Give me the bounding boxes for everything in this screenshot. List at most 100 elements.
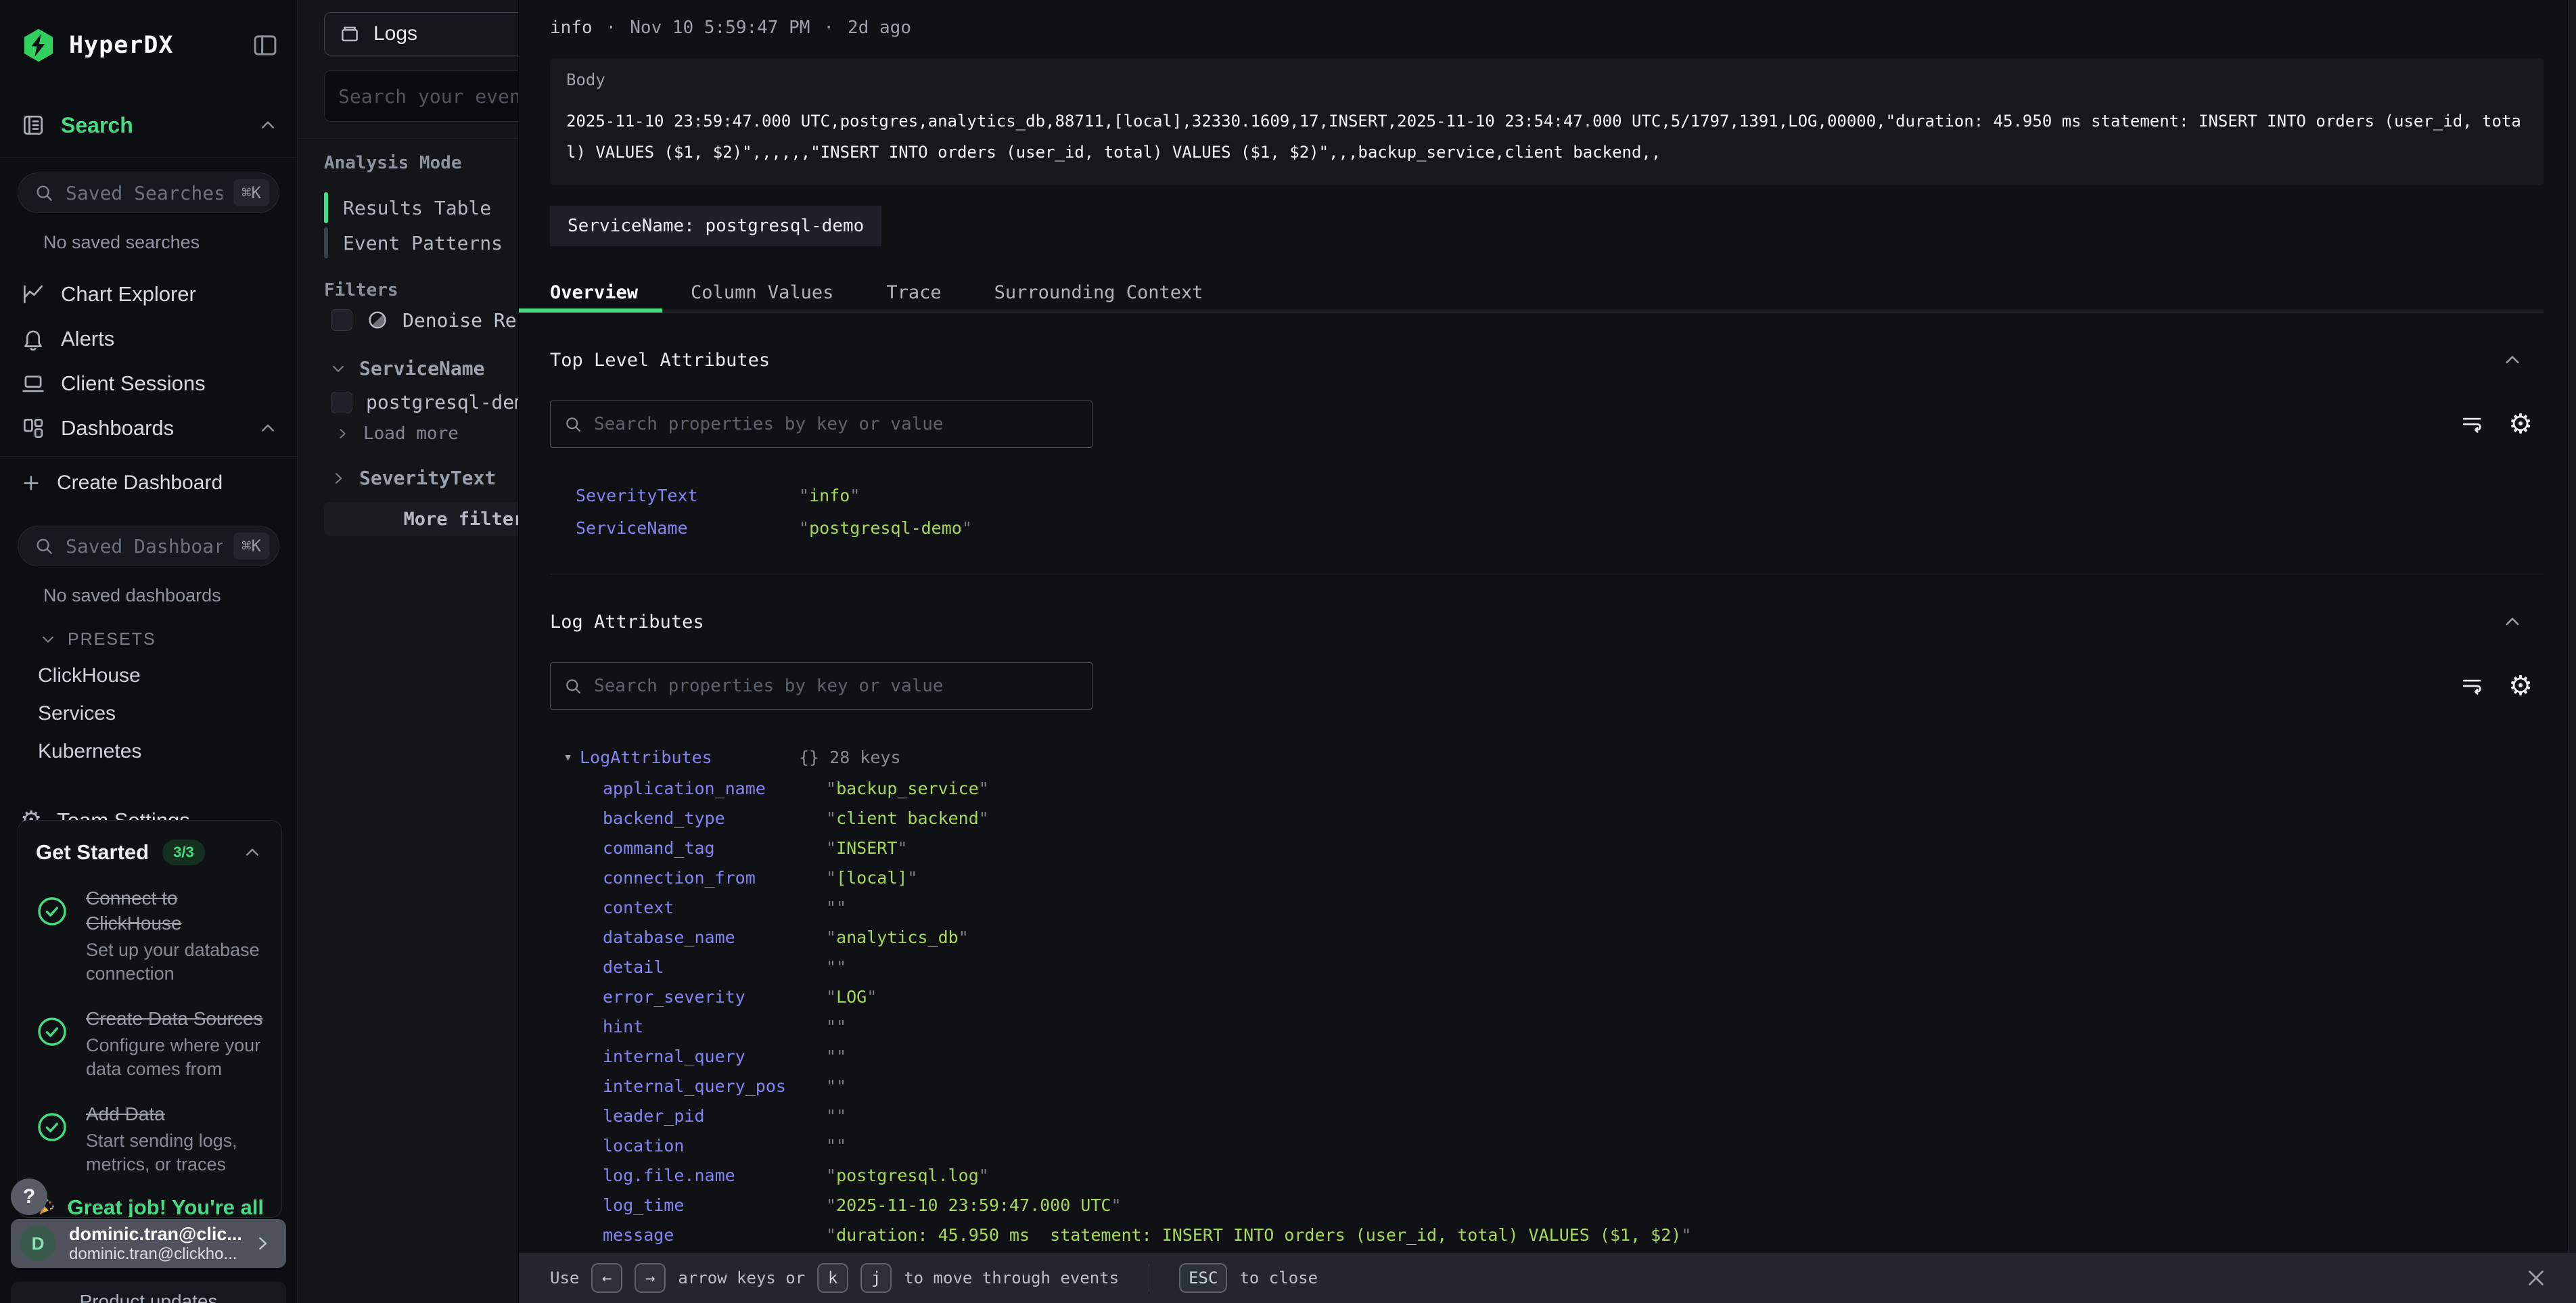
collapse-section-icon[interactable] — [2500, 348, 2525, 372]
get-started-done: Great job! You're all — [36, 1194, 264, 1218]
settings-icon[interactable]: ⚙ — [2508, 672, 2533, 700]
analysis-mode-event-patterns[interactable]: Event Patterns — [324, 226, 503, 260]
attr-key[interactable]: location — [603, 1136, 826, 1156]
load-more[interactable]: Load more — [334, 424, 459, 444]
properties-search-box[interactable] — [550, 401, 1092, 448]
filter-option-checkbox[interactable] — [331, 392, 352, 413]
attr-value-text[interactable]: duration: 45.950 ms statement: INSERT IN… — [836, 1225, 1681, 1245]
attr-value-text[interactable]: LOG — [836, 987, 867, 1007]
saved-searches-input[interactable] — [66, 182, 223, 204]
attr-value-text[interactable]: [local] — [836, 868, 907, 888]
attr-key[interactable]: log_time — [603, 1195, 826, 1215]
search-panel-icon — [20, 112, 46, 138]
attr-key[interactable]: detail — [603, 957, 826, 977]
attr-key[interactable]: context — [603, 898, 826, 917]
attr-row: leader_pid"" — [550, 1101, 2544, 1130]
attr-value-text[interactable]: client backend — [836, 808, 979, 828]
laptop-icon — [20, 371, 46, 396]
divider — [0, 157, 297, 158]
arrow-right-key: → — [635, 1263, 666, 1293]
attr-key[interactable]: backend_type — [603, 808, 826, 828]
body-text[interactable]: 2025-11-10 23:59:47.000 UTC,postgres,ana… — [566, 106, 2531, 168]
progress-badge: 3/3 — [162, 840, 205, 865]
presets-toggle[interactable]: PRESETS — [38, 629, 279, 649]
attr-key[interactable]: log.file.name — [603, 1166, 826, 1185]
tab-column-values[interactable]: Column Values — [691, 282, 833, 303]
attr-value-text[interactable]: 2025-11-10 23:59:47.000 UTC — [836, 1195, 1111, 1215]
attr-key[interactable]: database_name — [603, 928, 826, 947]
tab-overview[interactable]: Overview — [550, 282, 638, 303]
wrap-lines-icon[interactable] — [2460, 411, 2485, 437]
log-attributes-root[interactable]: ▾ LogAttributes {} 28 keys — [550, 741, 2544, 773]
preset-item-kubernetes[interactable]: Kubernetes — [38, 740, 279, 763]
analysis-mode-results-table[interactable]: Results Table — [324, 191, 491, 225]
drawer-scrollbar[interactable] — [2568, 0, 2576, 1253]
attr-value-text[interactable]: postgresql.log — [836, 1166, 979, 1185]
wrap-lines-icon[interactable] — [2460, 673, 2485, 699]
preset-item-clickhouse[interactable]: ClickHouse — [38, 664, 279, 687]
attr-key[interactable]: application_name — [603, 779, 826, 798]
attr-value: "client backend" — [826, 808, 989, 828]
sidebar-item-chart-explorer[interactable]: Chart Explorer — [20, 277, 279, 311]
sidebar-item-alerts[interactable]: Alerts — [20, 322, 279, 356]
attr-value: "backup_service" — [826, 779, 989, 798]
attr-value: "info" — [799, 486, 860, 505]
attr-value-text[interactable]: info — [809, 486, 850, 505]
properties-search-input[interactable] — [594, 414, 1080, 434]
collapse-sidebar-icon[interactable] — [251, 31, 279, 60]
collapse-section-icon[interactable] — [2500, 610, 2525, 634]
section-title: Top Level Attributes — [550, 350, 770, 371]
get-started-item[interactable]: Create Data SourcesConfigure where your … — [36, 1006, 264, 1081]
get-started-item[interactable]: Add DataStart sending logs, metrics, or … — [36, 1101, 264, 1176]
sidebar-item-dashboards[interactable]: Dashboards — [20, 411, 279, 445]
attr-value-text[interactable]: analytics_db — [836, 928, 959, 947]
saved-searches-box[interactable]: ⌘K — [18, 173, 279, 213]
attr-key[interactable]: internal_query — [603, 1047, 826, 1066]
user-menu[interactable]: D dominic.tran@clic... dominic.tran@clic… — [11, 1219, 286, 1268]
attr-key[interactable]: SeverityText — [576, 486, 799, 505]
footer-text: to move through events — [904, 1268, 1119, 1287]
properties-search-input[interactable] — [594, 676, 1080, 696]
properties-search-box[interactable] — [550, 662, 1092, 710]
attr-key[interactable]: ServiceName — [576, 518, 799, 538]
quote-mark: " — [826, 957, 836, 977]
attr-key[interactable]: message — [603, 1225, 826, 1245]
chevron-up-icon — [241, 841, 264, 864]
settings-icon[interactable]: ⚙ — [2508, 411, 2533, 438]
attr-key[interactable]: internal_query_pos — [603, 1076, 826, 1096]
close-icon[interactable] — [2523, 1265, 2549, 1291]
tree-collapse-caret[interactable]: ▾ — [564, 749, 580, 766]
attr-row: log_time"2025-11-10 23:59:47.000 UTC" — [550, 1190, 2544, 1220]
sidebar-item-client-sessions[interactable]: Client Sessions — [20, 367, 279, 401]
sidebar-item-search[interactable]: Search — [20, 108, 279, 142]
get-started-item[interactable]: Connect to ClickHouseSet up your databas… — [36, 886, 264, 986]
filter-group-severitytext[interactable]: SeverityText — [328, 467, 496, 489]
attr-key[interactable]: hint — [603, 1017, 826, 1036]
attr-key[interactable]: connection_from — [603, 868, 826, 888]
tab-surrounding-context[interactable]: Surrounding Context — [994, 282, 1203, 303]
denoise-checkbox[interactable] — [331, 309, 352, 331]
attr-key[interactable]: command_tag — [603, 838, 826, 858]
filter-option-row[interactable]: postgresql-demo — [331, 391, 537, 413]
saved-dashboards-input[interactable] — [66, 535, 223, 557]
bottom-partial-card[interactable]: Product updates — [11, 1281, 286, 1303]
attr-value-text[interactable]: INSERT — [836, 838, 897, 858]
done-message: Great job! You're all — [68, 1195, 264, 1218]
filter-group-servicename[interactable]: ServiceName — [328, 357, 484, 380]
attr-value-text[interactable]: backup_service — [836, 779, 979, 798]
help-button[interactable]: ? — [11, 1179, 47, 1215]
saved-dashboards-box[interactable]: ⌘K — [18, 526, 279, 566]
attr-row: context"" — [550, 892, 2544, 922]
get-started-items: Connect to ClickHouseSet up your databas… — [36, 886, 264, 1176]
attr-key[interactable]: leader_pid — [603, 1106, 826, 1126]
attr-key[interactable]: LogAttributes — [580, 748, 799, 767]
attr-value-text[interactable]: postgresql-demo — [809, 518, 962, 538]
attr-key[interactable]: error_severity — [603, 987, 826, 1007]
tab-trace[interactable]: Trace — [886, 282, 941, 303]
preset-item-services[interactable]: Services — [38, 702, 279, 725]
service-name-chip[interactable]: ServiceName: postgresql-demo — [550, 206, 881, 246]
create-dashboard-button[interactable]: Create Dashboard — [20, 466, 279, 500]
quote-mark: " — [836, 898, 846, 917]
logo[interactable]: HyperDX — [20, 27, 279, 64]
get-started-header[interactable]: Get Started 3/3 — [36, 840, 264, 865]
